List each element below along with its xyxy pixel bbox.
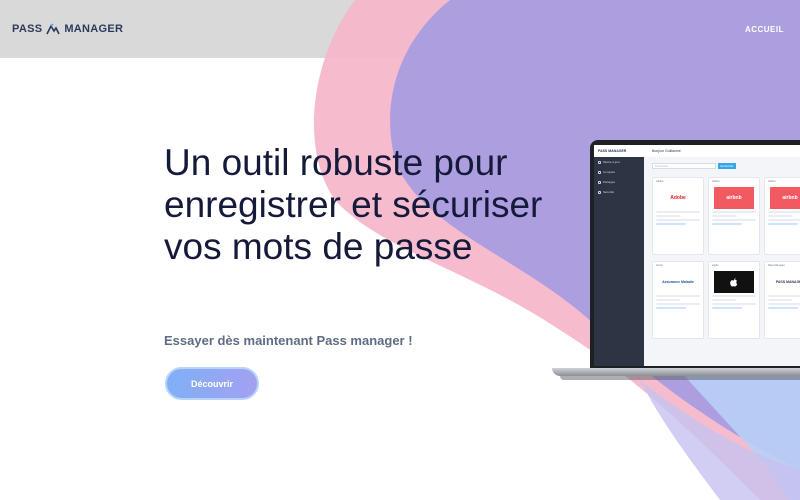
app-card-ameli: Ameli Assurance Maladie	[652, 261, 704, 339]
app-topbar: Bonjour Guillaume	[644, 145, 800, 157]
app-screenshot: PASS MANAGER Mettre à jour Comptes Parta…	[594, 145, 800, 366]
discover-button[interactable]: Découvrir	[165, 367, 259, 400]
card-link-line	[656, 307, 686, 309]
app-search-field: Rechercher...	[652, 163, 716, 169]
card-line	[712, 219, 756, 221]
app-card-adobe: Adobe Adobe	[652, 177, 704, 255]
laptop-base	[552, 368, 800, 376]
card-link-line	[712, 223, 742, 225]
app-sidebar-label: Mettre à jour	[603, 160, 620, 164]
pass-manager-logo: PASS MANAGER	[770, 271, 800, 293]
nav-home-link[interactable]: ACCUEIL	[745, 25, 784, 34]
menu-item-icon	[598, 170, 601, 174]
card-link-line	[712, 307, 742, 309]
card-line	[768, 211, 800, 213]
card-line	[768, 299, 792, 301]
hero-title-line-2: enregistrer et sécuriser	[164, 184, 543, 225]
app-card-airbnb: Airbnb airbnb	[708, 177, 760, 255]
menu-item-icon	[598, 160, 601, 164]
card-link-line	[656, 223, 686, 225]
menu-item-icon	[598, 190, 601, 194]
laptop-mockup: PASS MANAGER Mettre à jour Comptes Parta…	[552, 140, 800, 380]
app-sidebar-item: Partages	[594, 177, 644, 187]
airbnb-logo: airbnb	[770, 187, 800, 209]
card-line	[712, 215, 736, 217]
card-line	[712, 295, 756, 297]
card-line	[712, 211, 756, 213]
logo-text-right: MANAGER	[64, 23, 124, 35]
app-sidebar-label: Comptes	[603, 170, 616, 174]
card-line	[768, 219, 800, 221]
card-link-line	[768, 223, 798, 225]
app-greeting: Bonjour Guillaume	[652, 149, 681, 153]
card-line	[768, 303, 800, 305]
card-line	[656, 215, 680, 217]
app-card-apple: Apple	[708, 261, 760, 339]
card-title: Airbnb	[712, 180, 720, 183]
card-line	[768, 215, 792, 217]
card-title: Pass Manager	[768, 264, 785, 267]
app-search-button: Rechercher	[718, 163, 736, 169]
app-sidebar-label: Sécurité	[603, 190, 615, 194]
card-line	[656, 295, 700, 297]
app-logo: PASS MANAGER	[594, 145, 644, 157]
hero-title: Un outil robuste pour enregistrer et séc…	[164, 142, 594, 268]
card-link-line	[768, 307, 798, 309]
hero-title-line-3: vos mots de passe	[164, 226, 473, 267]
card-title: Apple	[712, 264, 719, 267]
laptop-lid: PASS MANAGER Mettre à jour Comptes Parta…	[590, 140, 800, 370]
card-line	[656, 303, 700, 305]
laptop-base-shadow	[560, 376, 800, 380]
card-line	[712, 299, 736, 301]
card-line	[656, 211, 700, 213]
assurance-maladie-logo: Assurance Maladie	[658, 271, 698, 293]
logo-text-left: PASS	[12, 23, 43, 35]
mountain-logo-icon	[46, 23, 61, 35]
hero-title-line-1: Un outil robuste pour	[164, 142, 508, 183]
card-title: Adobe	[656, 180, 664, 183]
airbnb-logo: airbnb	[714, 187, 754, 209]
card-line	[768, 295, 800, 297]
card-line	[712, 303, 756, 305]
hero-subtitle: Essayer dès maintenant Pass manager !	[164, 333, 413, 348]
app-sidebar-item: Sécurité	[594, 187, 644, 197]
card-title: Ameli	[656, 264, 663, 267]
app-card-airbnb: Airbnb airbnb	[764, 177, 800, 255]
card-line	[656, 299, 680, 301]
app-sidebar-label: Partages	[603, 180, 616, 184]
app-sidebar-item: Mettre à jour	[594, 157, 644, 167]
adobe-logo: Adobe	[658, 187, 698, 209]
app-sidebar-item: Comptes	[594, 167, 644, 177]
menu-item-icon	[598, 180, 601, 184]
top-header: PASS MANAGER ACCUEIL	[0, 0, 800, 58]
apple-icon	[730, 277, 738, 286]
card-line	[656, 219, 700, 221]
app-card-pass-manager: Pass Manager PASS MANAGER	[764, 261, 800, 339]
apple-logo	[714, 271, 754, 293]
brand-logo[interactable]: PASS MANAGER	[12, 23, 123, 35]
card-title: Airbnb	[768, 180, 776, 183]
app-sidebar: PASS MANAGER Mettre à jour Comptes Parta…	[594, 145, 644, 366]
